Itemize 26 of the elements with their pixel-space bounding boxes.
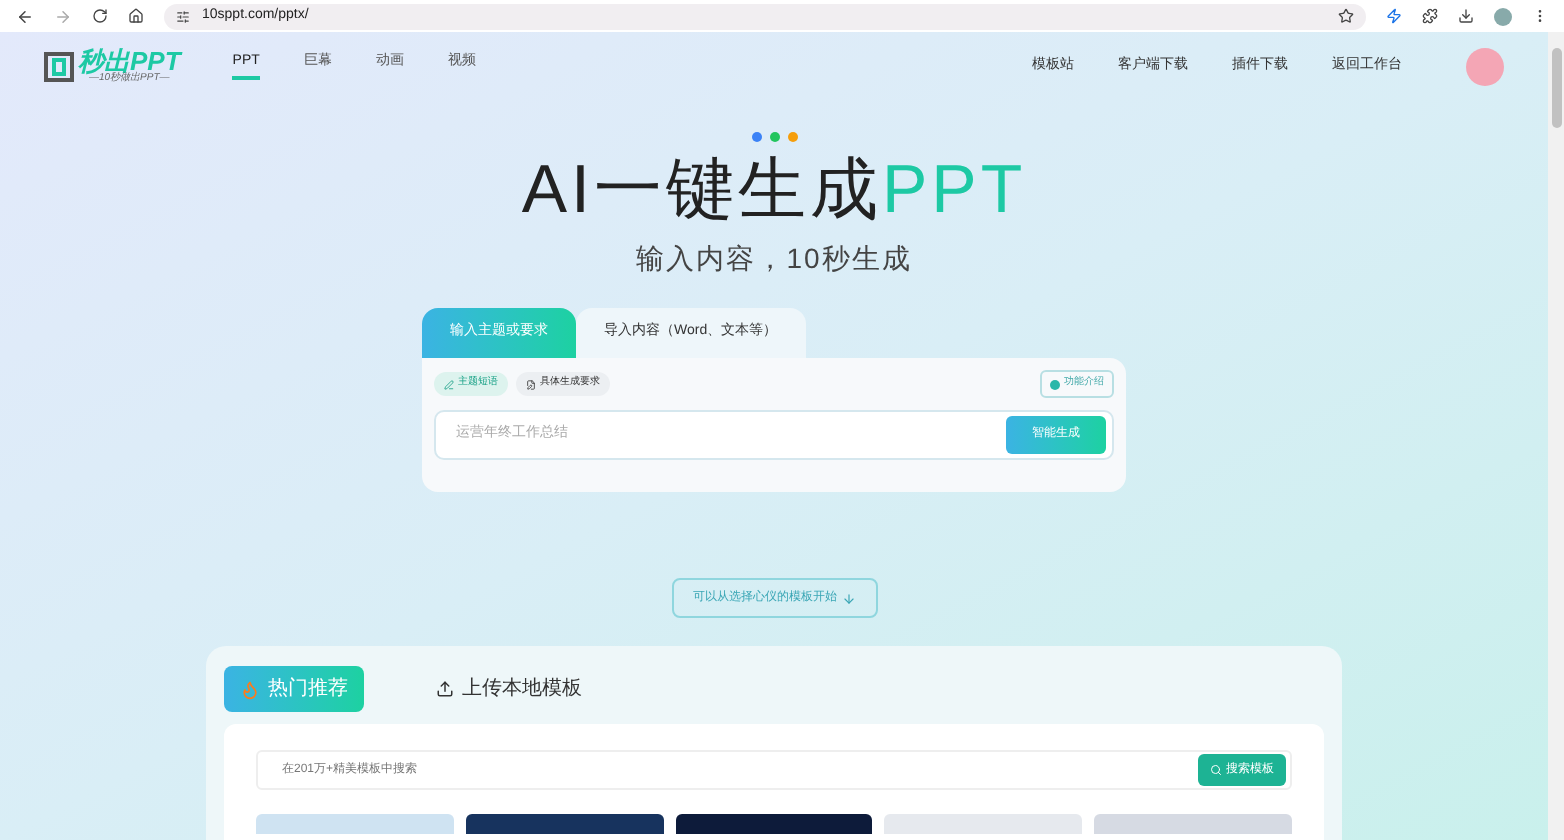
pen-icon — [444, 379, 454, 389]
extensions-icon[interactable] — [1422, 8, 1438, 24]
profile-avatar[interactable] — [1494, 7, 1512, 25]
template-thumbnail[interactable] — [256, 814, 454, 834]
download-icon[interactable] — [1458, 8, 1474, 24]
hero-subtitle: 输入内容，10秒生成 — [636, 240, 912, 278]
template-thumbnail[interactable] — [675, 814, 873, 834]
hero-title: AI一键生成PPT — [521, 150, 1027, 230]
template-tab[interactable]: 上传本地模板 — [420, 666, 598, 712]
upload-icon — [436, 680, 454, 698]
template-thumbnail[interactable] — [465, 814, 664, 834]
home-icon[interactable] — [128, 8, 144, 24]
decor-dots-icon — [751, 132, 797, 142]
back-icon[interactable] — [16, 7, 34, 25]
extension-icon[interactable] — [1386, 8, 1402, 24]
search-icon — [1210, 764, 1222, 776]
site-settings-icon[interactable] — [176, 9, 190, 23]
edit-document-icon — [526, 379, 536, 389]
bookmark-icon[interactable] — [1338, 8, 1354, 24]
logo-text: 秒出PPT — [78, 48, 181, 74]
template-thumbnail[interactable] — [1094, 814, 1292, 834]
template-thumbnail[interactable] — [884, 814, 1083, 834]
reload-icon[interactable] — [92, 8, 108, 24]
arrow-down-icon — [841, 591, 855, 605]
flame-icon — [240, 679, 260, 699]
logo-mark-icon — [44, 51, 74, 81]
